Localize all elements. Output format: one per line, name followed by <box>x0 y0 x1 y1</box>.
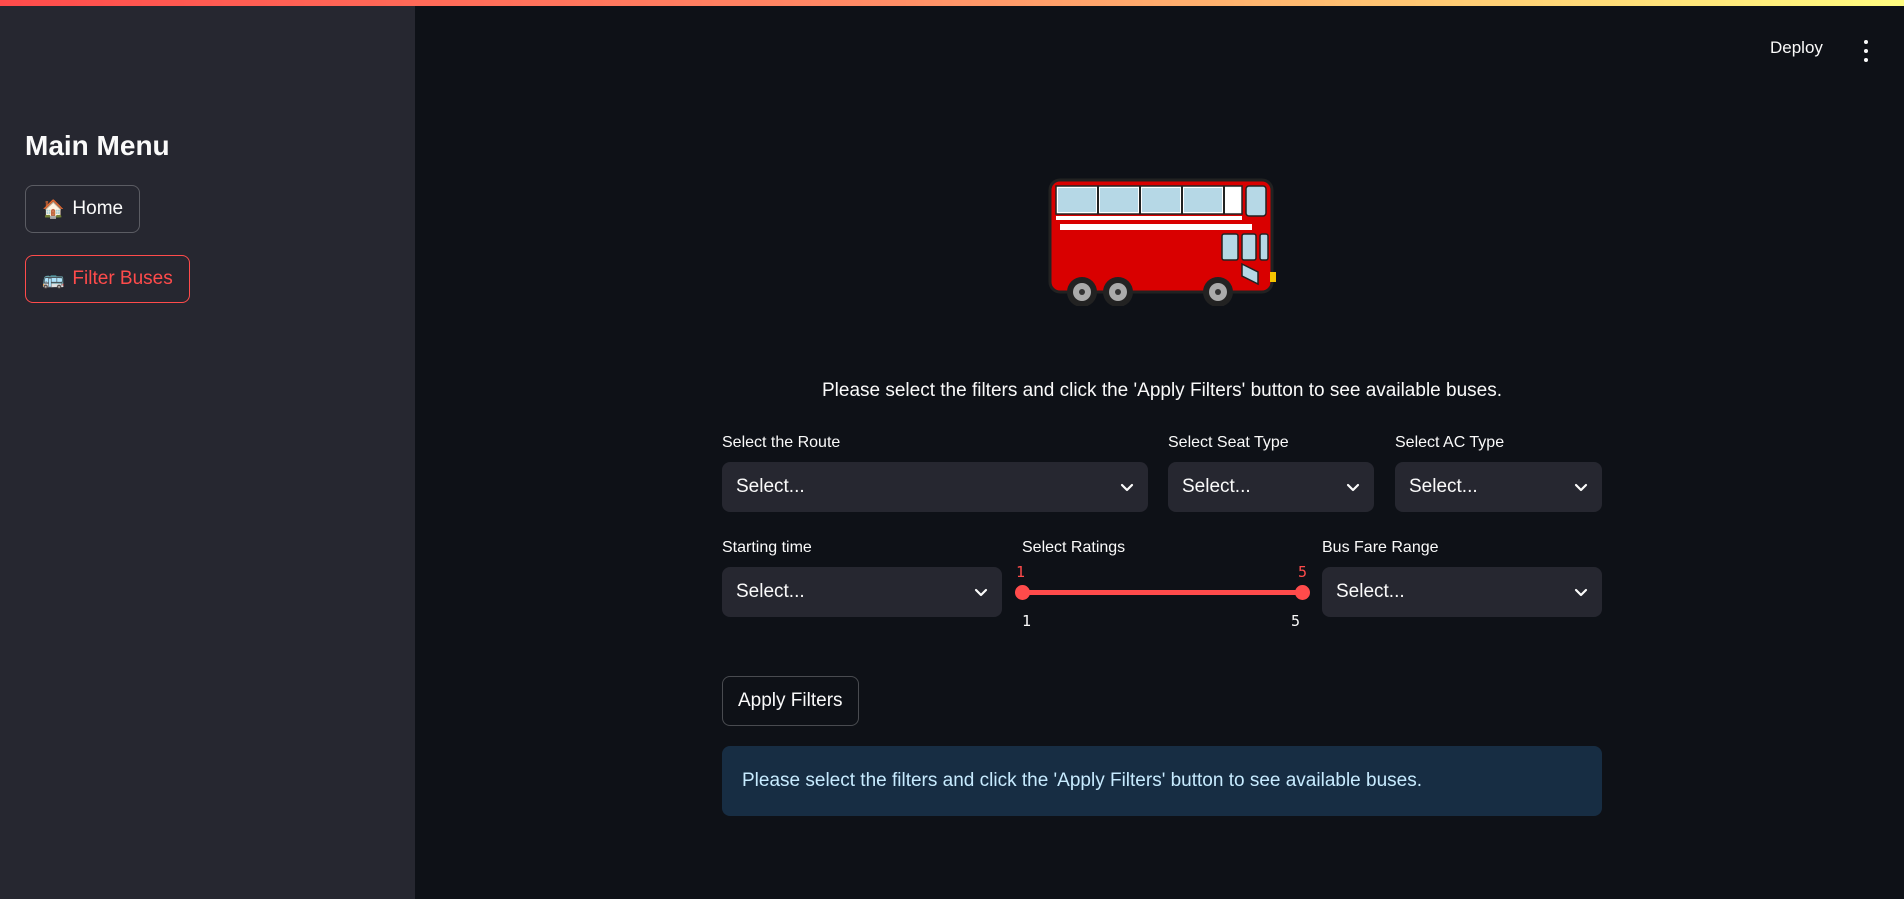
starting-time-select[interactable]: Select... <box>722 567 1002 617</box>
ac-type-label: Select AC Type <box>1395 434 1505 451</box>
fare-range-label: Bus Fare Range <box>1322 539 1439 556</box>
ratings-slider-high-handle[interactable] <box>1295 585 1310 600</box>
ratings-slider-track[interactable] <box>1022 590 1302 595</box>
seat-type-select-value: Select... <box>1182 476 1251 497</box>
apply-filters-button[interactable]: Apply Filters <box>722 676 859 726</box>
home-button-label: Home <box>72 198 124 219</box>
route-select[interactable]: Select... <box>722 462 1148 512</box>
info-alert-text: Please select the filters and click the … <box>742 770 1423 791</box>
route-select-value: Select... <box>736 476 805 497</box>
route-label: Select the Route <box>722 434 841 451</box>
info-alert: Please select the filters and click the … <box>722 746 1602 816</box>
starting-time-label: Starting time <box>722 539 812 556</box>
home-button[interactable]: 🏠 Home <box>25 185 141 233</box>
filter-buses-button-label: Filter Buses <box>72 268 173 289</box>
ratings-high-value: 5 <box>1298 563 1308 581</box>
more-menu-icon[interactable] <box>1858 40 1874 62</box>
chevron-down-icon <box>1120 483 1134 492</box>
starting-time-select-value: Select... <box>736 581 805 602</box>
top-decoration-bar <box>0 0 1904 6</box>
bus-illustration <box>1048 178 1276 306</box>
bus-icon: 🚌 <box>42 268 65 289</box>
seat-type-select[interactable]: Select... <box>1168 462 1374 512</box>
sidebar: Main Menu 🏠 Home 🚌 Filter Buses <box>0 0 415 899</box>
deploy-button[interactable]: Deploy <box>1770 38 1823 58</box>
ratings-label: Select Ratings <box>1022 539 1126 556</box>
chevron-down-icon <box>1346 483 1360 492</box>
seat-type-label: Select Seat Type <box>1168 434 1289 451</box>
filter-buses-button[interactable]: 🚌 Filter Buses <box>25 255 190 303</box>
ratings-low-value: 1 <box>1016 563 1026 581</box>
sidebar-title: Main Menu <box>25 130 170 161</box>
fare-range-select-value: Select... <box>1336 581 1405 602</box>
ac-type-select[interactable]: Select... <box>1395 462 1602 512</box>
ratings-min-label: 1 <box>1022 612 1032 630</box>
chevron-down-icon <box>1574 483 1588 492</box>
chevron-down-icon <box>1574 588 1588 597</box>
ac-type-select-value: Select... <box>1409 476 1478 497</box>
ratings-max-label: 5 <box>1291 612 1301 630</box>
fare-range-select[interactable]: Select... <box>1322 567 1602 617</box>
instruction-text: Please select the filters and click the … <box>821 380 1502 401</box>
chevron-down-icon <box>974 588 988 597</box>
house-icon: 🏠 <box>42 198 65 219</box>
ratings-slider-low-handle[interactable] <box>1015 585 1030 600</box>
